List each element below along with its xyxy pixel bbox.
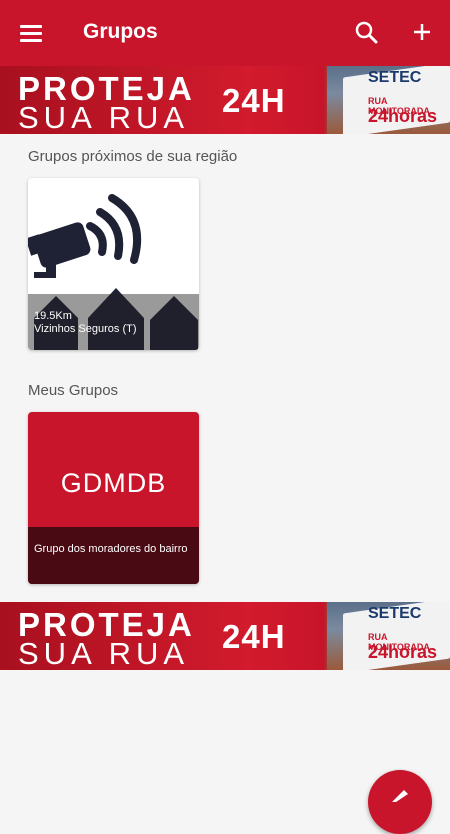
edit-fab-button[interactable] [368, 770, 432, 834]
search-icon[interactable] [350, 16, 384, 50]
banner-line2: SUA RUA [18, 100, 190, 134]
card-overlay [28, 294, 199, 350]
ad-banner-top[interactable]: PROTEJA SUA RUA 24H SETEC RUA MONITORADA… [0, 66, 450, 134]
group-name: Vizinhos Seguros (T) [34, 323, 137, 335]
menu-icon[interactable] [14, 18, 50, 48]
group-code: GDMDB [60, 468, 167, 498]
plus-icon[interactable] [404, 14, 440, 50]
page-title: Grupos [83, 20, 158, 43]
group-distance: 19.5Km [34, 310, 72, 322]
banner-line2: SUA RUA [18, 636, 190, 670]
section-mine-title: Meus Grupos [28, 382, 119, 399]
app-bar: Grupos [0, 0, 450, 66]
banner-line3: 24H [222, 618, 286, 655]
banner-brand: SETEC [368, 69, 422, 86]
group-description: Grupo dos moradores do bairro [34, 543, 188, 555]
group-card-mine[interactable]: GDMDB Grupo dos moradores do bairro [28, 412, 199, 584]
banner-line3: 24H [222, 82, 286, 119]
banner-hours: 24horas [368, 106, 438, 126]
banner-brand: SETEC [368, 605, 422, 622]
section-nearby-title: Grupos próximos de sua região [28, 148, 238, 165]
banner-hours: 24horas [368, 642, 438, 662]
ad-banner-bottom[interactable]: PROTEJA SUA RUA 24H SETEC RUA MONITORADA… [0, 602, 450, 670]
group-card-nearby[interactable]: 19.5Km Vizinhos Seguros (T) [28, 178, 199, 350]
